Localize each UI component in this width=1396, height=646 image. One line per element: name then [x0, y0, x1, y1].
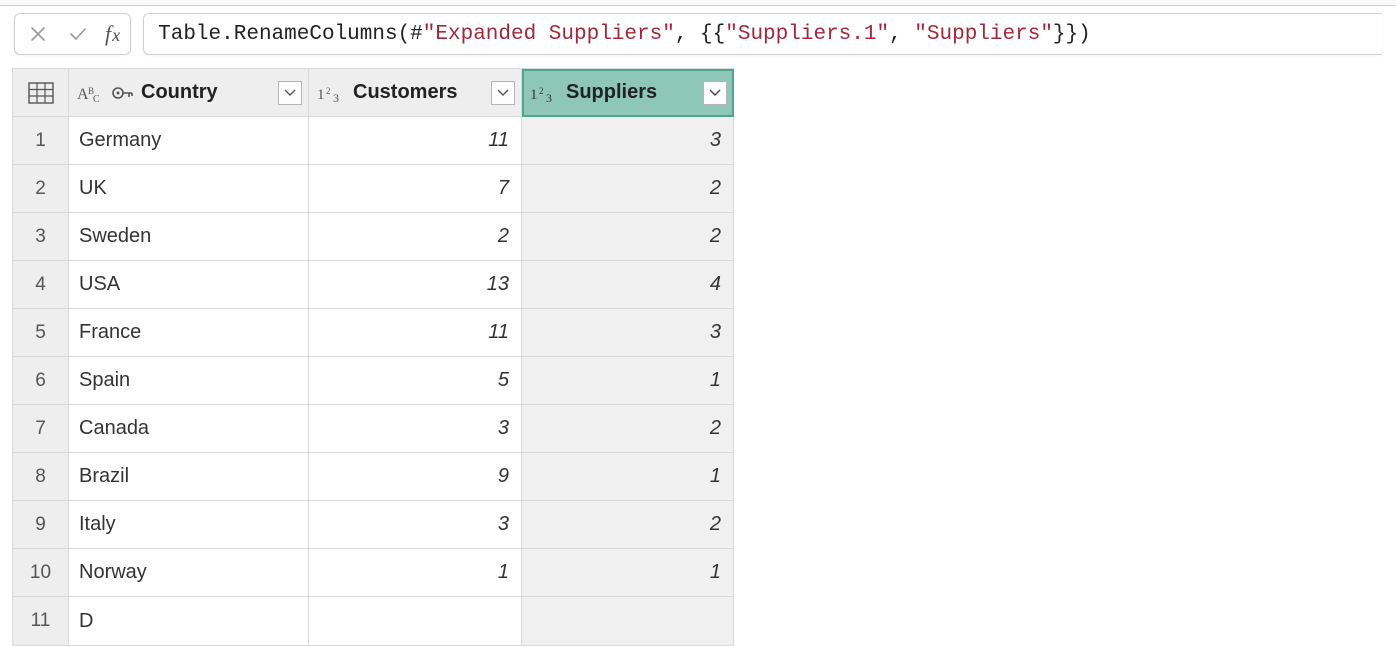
fx-icon[interactable]: fx [105, 21, 120, 47]
cell-suppliers[interactable]: 4 [522, 261, 734, 309]
svg-text:1: 1 [317, 87, 325, 103]
svg-text:3: 3 [333, 91, 339, 103]
cell-country[interactable]: Canada [69, 405, 309, 453]
cell-suppliers[interactable]: 1 [522, 549, 734, 597]
row-number[interactable]: 3 [13, 213, 69, 261]
cell-country[interactable]: D [69, 597, 309, 646]
number-type-icon: 1 2 3 [530, 83, 560, 103]
table-corner-button[interactable] [13, 69, 69, 117]
column-filter-button[interactable] [491, 81, 515, 105]
cell-country[interactable]: UK [69, 165, 309, 213]
cell-country[interactable]: Norway [69, 549, 309, 597]
column-label: Customers [353, 81, 485, 104]
text-type-icon: A B C [77, 83, 105, 103]
cell-country[interactable]: France [69, 309, 309, 357]
cell-suppliers[interactable]: 2 [522, 165, 734, 213]
row-number[interactable]: 11 [13, 597, 69, 646]
cell-customers[interactable]: 13 [309, 261, 522, 309]
cell-customers[interactable]: 9 [309, 453, 522, 501]
column-label: Suppliers [566, 81, 697, 104]
column-label: Country [141, 81, 272, 104]
row-number[interactable]: 4 [13, 261, 69, 309]
cell-country[interactable]: Germany [69, 117, 309, 165]
cell-suppliers[interactable]: 2 [522, 501, 734, 549]
cell-customers[interactable]: 7 [309, 165, 522, 213]
cell-suppliers[interactable]: 1 [522, 357, 734, 405]
table-icon [28, 82, 54, 104]
cell-country[interactable]: Italy [69, 501, 309, 549]
key-icon [111, 83, 135, 103]
row-number[interactable]: 5 [13, 309, 69, 357]
cell-customers[interactable]: 11 [309, 309, 522, 357]
svg-text:2: 2 [326, 86, 331, 96]
cell-customers[interactable]: 3 [309, 501, 522, 549]
number-type-icon: 1 2 3 [317, 83, 347, 103]
cell-country[interactable]: Sweden [69, 213, 309, 261]
formula-input[interactable]: Table.RenameColumns(#"Expanded Suppliers… [143, 13, 1382, 55]
row-number[interactable]: 1 [13, 117, 69, 165]
column-header-suppliers[interactable]: 1 2 3 Suppliers [522, 69, 734, 117]
column-filter-button[interactable] [703, 81, 727, 105]
cell-country[interactable]: Spain [69, 357, 309, 405]
svg-text:C: C [93, 94, 100, 103]
row-number[interactable]: 6 [13, 357, 69, 405]
cell-suppliers[interactable]: 2 [522, 405, 734, 453]
svg-text:3: 3 [546, 91, 552, 103]
cell-customers[interactable] [309, 597, 522, 646]
cancel-icon[interactable] [25, 21, 51, 47]
column-header-country[interactable]: A B C Country [69, 69, 309, 117]
cell-suppliers[interactable] [522, 597, 734, 646]
cell-customers[interactable]: 3 [309, 405, 522, 453]
formula-bar-controls: fx [14, 13, 131, 55]
svg-text:2: 2 [539, 86, 544, 96]
svg-text:1: 1 [530, 87, 538, 103]
cell-suppliers[interactable]: 2 [522, 213, 734, 261]
formula-bar: fx Table.RenameColumns(#"Expanded Suppli… [0, 6, 1396, 62]
column-header-customers[interactable]: 1 2 3 Customers [309, 69, 522, 117]
cell-country[interactable]: Brazil [69, 453, 309, 501]
row-number[interactable]: 10 [13, 549, 69, 597]
data-grid: A B C Country [12, 68, 734, 646]
row-number[interactable]: 9 [13, 501, 69, 549]
cell-suppliers[interactable]: 3 [522, 117, 734, 165]
cell-suppliers[interactable]: 1 [522, 453, 734, 501]
row-number[interactable]: 7 [13, 405, 69, 453]
cell-customers[interactable]: 5 [309, 357, 522, 405]
column-filter-button[interactable] [278, 81, 302, 105]
cell-country[interactable]: USA [69, 261, 309, 309]
row-number[interactable]: 2 [13, 165, 69, 213]
row-number[interactable]: 8 [13, 453, 69, 501]
confirm-icon[interactable] [65, 21, 91, 47]
cell-customers[interactable]: 2 [309, 213, 522, 261]
cell-suppliers[interactable]: 3 [522, 309, 734, 357]
cell-customers[interactable]: 11 [309, 117, 522, 165]
cell-customers[interactable]: 1 [309, 549, 522, 597]
